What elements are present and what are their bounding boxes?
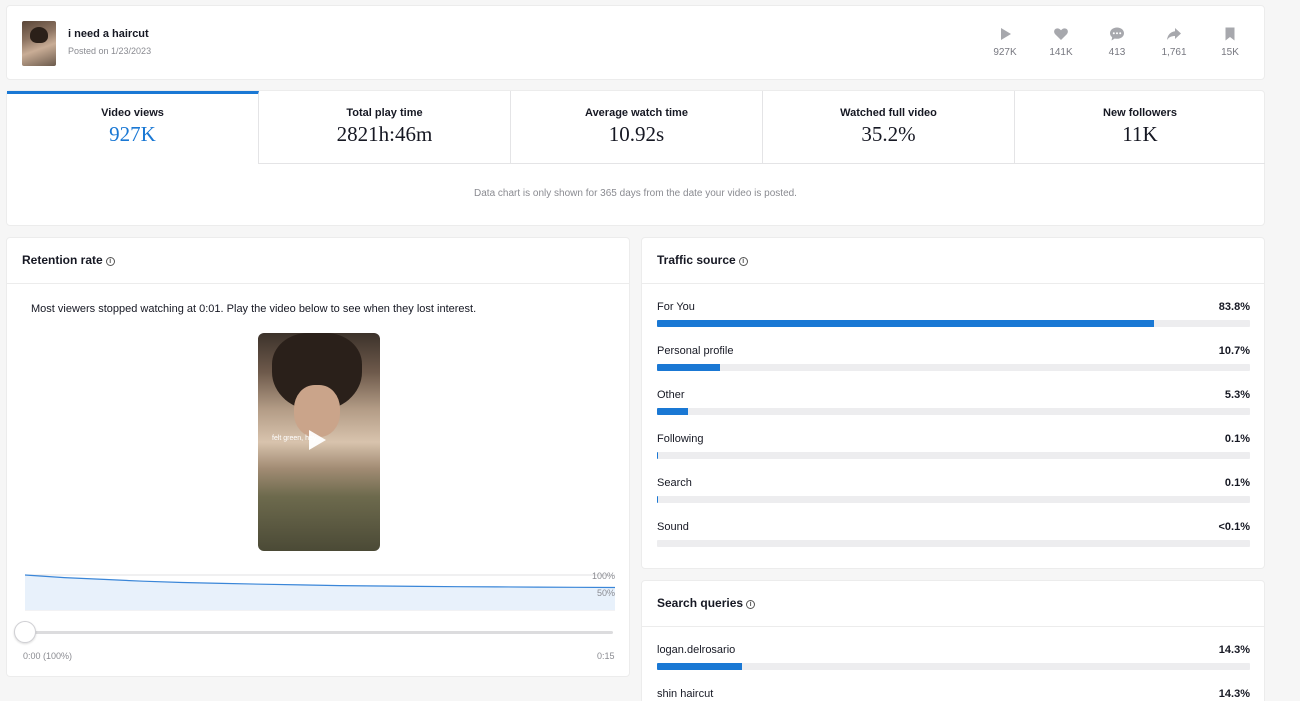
row-percent: 83.8% xyxy=(1218,301,1250,313)
row-name: Search xyxy=(657,477,692,489)
row-bar-track xyxy=(657,540,1250,547)
row-bar-fill xyxy=(657,452,658,459)
tab-label: Watched full video xyxy=(840,107,937,119)
search-row: shin haircut 14.3% xyxy=(657,688,1250,701)
metrics-card: Video views 927K Total play time 2821h:4… xyxy=(6,90,1265,226)
share-icon xyxy=(1167,28,1181,40)
traffic-row-other: Other 5.3% xyxy=(657,389,1250,425)
stat-likes: 141K xyxy=(1033,26,1089,58)
row-bar-track xyxy=(657,364,1250,371)
search-row: logan.delrosario 14.3% xyxy=(657,644,1250,680)
tab-label: Average watch time xyxy=(585,107,688,119)
tab-watched-full-video[interactable]: Watched full video 35.2% xyxy=(763,91,1015,164)
chart-note: Data chart is only shown for 365 days fr… xyxy=(474,188,797,199)
row-percent: 5.3% xyxy=(1224,389,1250,401)
stat-comments: 413 xyxy=(1089,26,1145,58)
video-player[interactable]: felt green, hey xyxy=(258,333,380,551)
bookmark-icon xyxy=(1225,27,1235,41)
timeline-track[interactable] xyxy=(23,631,613,634)
play-icon xyxy=(1001,28,1011,40)
row-bar-track xyxy=(657,496,1250,503)
tab-value: 2821h:46m xyxy=(336,122,433,146)
video-thumbnail[interactable] xyxy=(22,21,56,66)
row-percent: 0.1% xyxy=(1224,433,1250,445)
video-header-card: i need a haircut Posted on 1/23/2023 927… xyxy=(6,5,1265,80)
traffic-title: Traffic source i xyxy=(657,253,748,267)
label-100: 100% xyxy=(592,571,615,581)
stat-views-value: 927K xyxy=(993,47,1017,58)
traffic-source-card: Traffic source i For You 83.8% Personal p… xyxy=(641,237,1265,569)
row-percent: <0.1% xyxy=(1218,521,1251,533)
row-bar-fill xyxy=(657,496,658,503)
info-icon[interactable]: i xyxy=(738,257,748,266)
retention-card: Retention rate i Most viewers stopped wat… xyxy=(6,237,630,677)
row-name: shin haircut xyxy=(657,688,714,700)
row-bar-fill xyxy=(657,320,1154,327)
row-name: Sound xyxy=(657,521,689,533)
row-bar-track xyxy=(657,320,1250,327)
traffic-row-personal-profile: Personal profile 10.7% xyxy=(657,345,1250,381)
row-percent: 14.3% xyxy=(1218,688,1250,700)
stat-views: 927K xyxy=(977,26,1033,58)
info-icon[interactable]: i xyxy=(746,600,756,609)
tab-value: 10.92s xyxy=(608,122,665,146)
row-bar-track xyxy=(657,663,1250,670)
tab-value: 11K xyxy=(1122,122,1158,146)
traffic-header: Traffic source i xyxy=(642,238,1264,284)
traffic-row-for-you: For You 83.8% xyxy=(657,301,1250,337)
timeline-handle[interactable] xyxy=(14,621,36,643)
tab-value: 927K xyxy=(109,122,156,146)
row-percent: 14.3% xyxy=(1218,644,1250,656)
heart-icon xyxy=(1054,28,1068,40)
row-bar-fill xyxy=(657,364,721,371)
stat-shares-value: 1,761 xyxy=(1161,47,1187,58)
search-title-text: Search queries xyxy=(657,596,744,610)
retention-message: Most viewers stopped watching at 0:01. P… xyxy=(31,303,477,315)
label-50: 50% xyxy=(597,588,615,598)
tab-video-views[interactable]: Video views 927K xyxy=(7,91,259,164)
video-title: i need a haircut xyxy=(68,28,149,40)
stat-shares: 1,761 xyxy=(1146,26,1202,58)
time-end: 0:15 xyxy=(597,651,615,661)
retention-chart: 100% 50% xyxy=(25,571,615,611)
traffic-row-sound: Sound <0.1% xyxy=(657,521,1250,557)
tab-label: Video views xyxy=(101,107,164,119)
tab-average-watch-time[interactable]: Average watch time 10.92s xyxy=(511,91,763,164)
row-name: Other xyxy=(657,389,685,401)
stat-likes-value: 141K xyxy=(1049,47,1073,58)
row-name: Following xyxy=(657,433,704,445)
retention-title-text: Retention rate xyxy=(22,253,103,267)
search-header: Search queries i xyxy=(642,581,1264,627)
tab-value: 35.2% xyxy=(861,122,916,146)
row-name: logan.delrosario xyxy=(657,644,736,656)
row-name: Personal profile xyxy=(657,345,734,357)
stat-saves: 15K xyxy=(1202,26,1258,58)
row-bar-fill xyxy=(657,408,689,415)
row-percent: 0.1% xyxy=(1224,477,1250,489)
stat-saves-value: 15K xyxy=(1221,47,1239,58)
tab-label: Total play time xyxy=(346,107,423,119)
row-bar-track xyxy=(657,408,1250,415)
tab-total-play-time[interactable]: Total play time 2821h:46m xyxy=(259,91,511,164)
row-bar-track xyxy=(657,452,1250,459)
stat-comments-value: 413 xyxy=(1108,47,1126,58)
retention-header: Retention rate i xyxy=(7,238,629,284)
search-title: Search queries i xyxy=(657,596,756,610)
row-percent: 10.7% xyxy=(1218,345,1250,357)
video-posted-date: Posted on 1/23/2023 xyxy=(68,46,152,56)
comment-icon xyxy=(1110,27,1124,41)
traffic-row-search: Search 0.1% xyxy=(657,477,1250,513)
traffic-title-text: Traffic source xyxy=(657,253,736,267)
play-icon[interactable] xyxy=(309,430,326,450)
info-icon[interactable]: i xyxy=(105,257,115,266)
tab-label: New followers xyxy=(1103,107,1177,119)
traffic-row-following: Following 0.1% xyxy=(657,433,1250,469)
retention-title: Retention rate i xyxy=(22,253,115,267)
time-start: 0:00 (100%) xyxy=(23,651,73,661)
row-bar-fill xyxy=(657,663,742,670)
row-name: For You xyxy=(657,301,695,313)
tab-new-followers[interactable]: New followers 11K xyxy=(1015,91,1265,164)
search-queries-card: Search queries i logan.delrosario 14.3% s… xyxy=(641,580,1265,701)
